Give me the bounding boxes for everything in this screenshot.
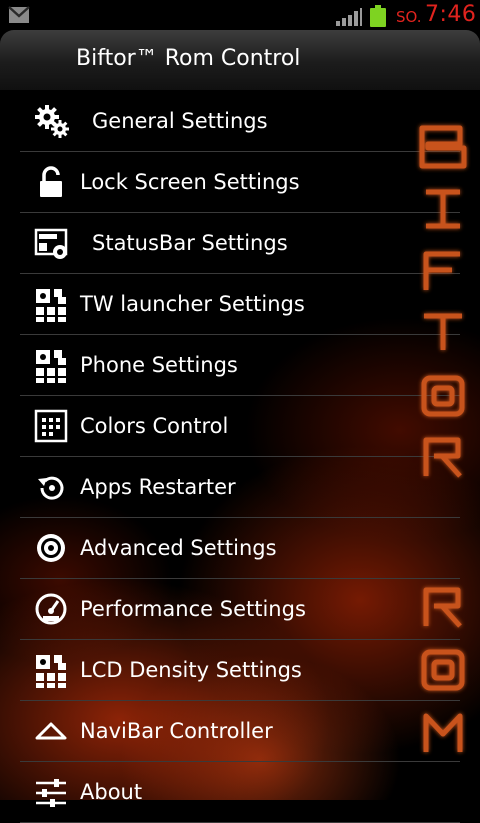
status-clock: 7:46 — [425, 2, 477, 27]
menu-item-label: TW launcher Settings — [80, 292, 305, 316]
menu-item-navibar-controller[interactable]: NaviBar Controller — [20, 701, 460, 762]
menu-item-advanced-settings[interactable]: Advanced Settings — [20, 518, 460, 579]
menu-item-label: Phone Settings — [80, 353, 238, 377]
page-title: Biftor™ Rom Control — [76, 46, 301, 71]
navibar-icon — [35, 722, 67, 740]
menu-item-label: Performance Settings — [80, 597, 306, 621]
gear-circle-icon — [37, 534, 65, 562]
statusbar-icon — [34, 228, 68, 259]
menu-item-general-settings[interactable]: General Settings — [20, 91, 460, 152]
menu-item-label: Lock Screen Settings — [80, 170, 300, 194]
menu-item-colors-control[interactable]: Colors Control — [20, 396, 460, 457]
lock-icon — [40, 166, 62, 197]
menu-item-label: StatusBar Settings — [92, 231, 288, 255]
color-grid-icon — [34, 409, 68, 443]
menu-item-lcd-density-settings[interactable]: LCD Density Settings — [20, 640, 460, 701]
menu-item-apps-restarter[interactable]: Apps Restarter — [20, 457, 460, 518]
menu-item-label: Apps Restarter — [80, 475, 236, 499]
gears-icon — [35, 105, 69, 138]
status-bar: SO. 7:46 — [0, 0, 480, 30]
menu-item-label: Advanced Settings — [80, 536, 277, 560]
signal-icon — [336, 8, 362, 26]
grid-gear-icon — [36, 289, 66, 322]
speedometer-icon — [35, 593, 67, 625]
battery-icon — [370, 5, 386, 27]
grid-gear-icon — [36, 655, 66, 688]
menu-item-label: About — [80, 780, 143, 804]
action-bar: Biftor™ Rom Control — [0, 30, 480, 90]
sliders-icon — [36, 779, 66, 807]
menu-item-label: LCD Density Settings — [80, 658, 302, 682]
grid-gear-icon — [36, 350, 66, 383]
menu-item-label: General Settings — [92, 109, 268, 133]
menu-item-phone-settings[interactable]: Phone Settings — [20, 335, 460, 396]
restart-icon — [38, 476, 64, 500]
menu-item-about[interactable]: About — [20, 762, 460, 823]
menu-item-label: NaviBar Controller — [80, 719, 273, 743]
settings-menu: General Settings Lock Screen Settings St… — [20, 91, 460, 823]
gmail-icon — [8, 6, 30, 23]
menu-item-lock-screen-settings[interactable]: Lock Screen Settings — [20, 152, 460, 213]
carrier-label: SO. — [396, 8, 422, 26]
menu-item-performance-settings[interactable]: Performance Settings — [20, 579, 460, 640]
menu-item-label: Colors Control — [80, 414, 229, 438]
menu-item-statusbar-settings[interactable]: StatusBar Settings — [20, 213, 460, 274]
menu-item-tw-launcher-settings[interactable]: TW launcher Settings — [20, 274, 460, 335]
